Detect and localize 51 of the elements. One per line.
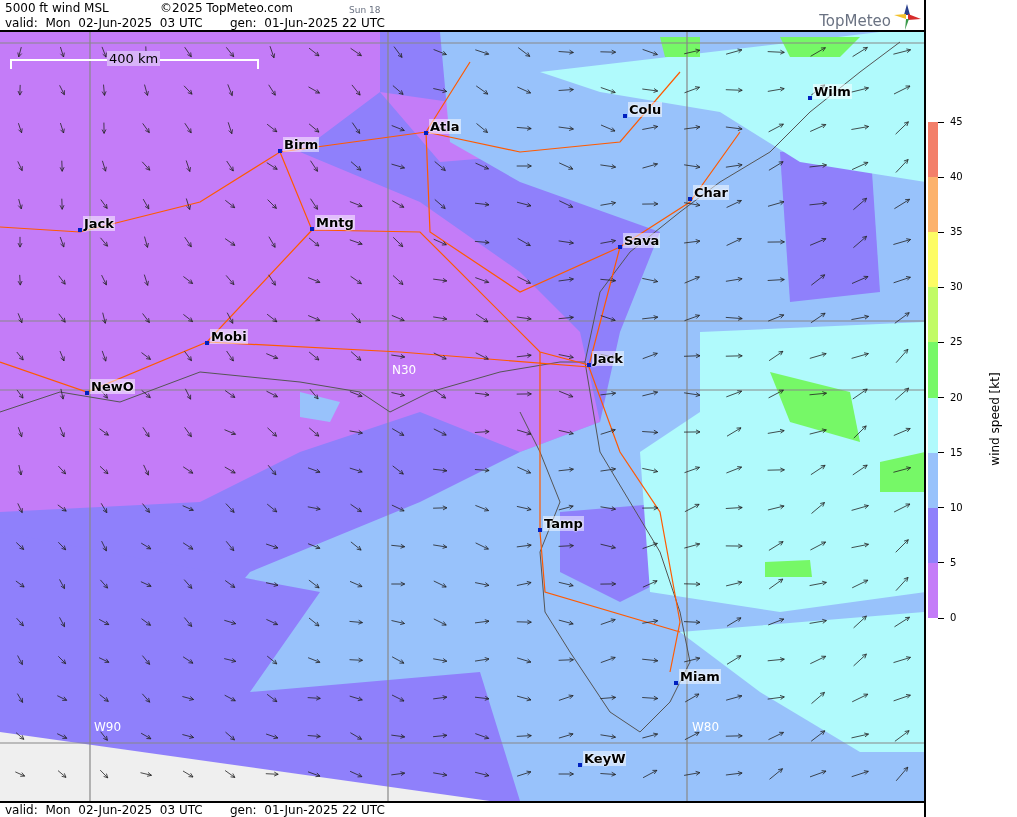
legend-tick-label: 15: [950, 445, 963, 460]
city-marker-icon: [424, 131, 428, 135]
city-label: Colu: [628, 102, 663, 117]
run-label: Sun 18: [349, 4, 381, 17]
city-marker-icon: [205, 341, 209, 345]
city-label: Char: [693, 185, 729, 200]
city-marker-icon: [578, 763, 582, 767]
city-label: Sava: [623, 233, 661, 248]
city-marker-icon: [808, 96, 812, 100]
valid-time: valid: Mon 02-Jun-2025 03 UTC: [5, 803, 203, 817]
copyright-text: ©2025 TopMeteo.com: [160, 1, 293, 16]
legend-tick-label: 25: [950, 335, 963, 350]
generated-time: gen: 01-Jun-2025 22 UTC: [230, 16, 385, 31]
legend-tick-label: 35: [950, 225, 963, 240]
city-marker-icon: [618, 245, 622, 249]
city-marker-icon: [310, 227, 314, 231]
city-label: Wilm: [813, 84, 852, 99]
logo-text: TopMeteo: [819, 12, 891, 30]
legend-tick-label: 30: [950, 280, 963, 295]
city-label: Jack: [83, 216, 115, 231]
city-marker-icon: [688, 197, 692, 201]
legend-title: wind speed [kt]: [987, 372, 1003, 466]
city-label: Mntg: [315, 215, 355, 230]
grid-label: W80: [692, 720, 720, 734]
city-marker-icon: [587, 363, 591, 367]
city-label: KeyW: [583, 751, 627, 766]
valid-time: valid: Mon 02-Jun-2025 03 UTC: [5, 16, 203, 31]
city-label: Miam: [679, 669, 721, 684]
scale-bar-label: 400 km: [107, 51, 161, 66]
legend-tick-label: 5: [950, 555, 957, 570]
city-label: NewO: [90, 379, 135, 394]
city-label: Tamp: [543, 516, 584, 531]
map-title: 5000 ft wind MSL: [5, 1, 109, 16]
legend-tick-label: 0: [950, 611, 957, 625]
grid-label: W90: [94, 720, 122, 734]
legend-tick-label: 10: [950, 500, 963, 515]
legend-tick-label: 45: [950, 115, 963, 129]
legend-tick-label: 20: [950, 390, 963, 405]
city-label: Mobi: [210, 329, 248, 344]
city-label: Atla: [429, 119, 461, 134]
city-marker-icon: [85, 391, 89, 395]
city-label: Birm: [283, 137, 320, 152]
city-marker-icon: [78, 228, 82, 232]
city-marker-icon: [278, 149, 282, 153]
grid-label: N30: [392, 363, 417, 377]
city-marker-icon: [623, 114, 627, 118]
legend-tick-label: 40: [950, 170, 963, 185]
city-label: Jack: [592, 351, 624, 366]
city-marker-icon: [674, 681, 678, 685]
generated-time: gen: 01-Jun-2025 22 UTC: [230, 803, 385, 817]
city-marker-icon: [538, 528, 542, 532]
